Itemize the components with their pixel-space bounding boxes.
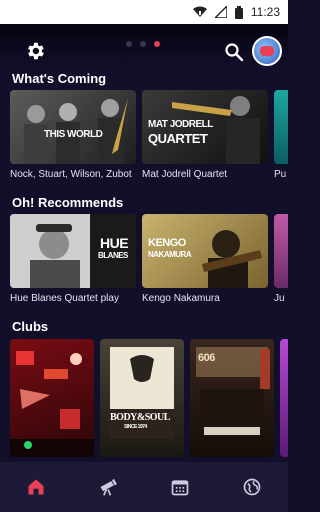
bottom-navigation: [0, 462, 288, 512]
oh-recommends-row: HUE BLANES Hue Blanes Quartet play KENGO…: [0, 214, 288, 304]
event-art-text: HUE: [100, 235, 129, 251]
club-photo: [110, 347, 174, 439]
event-card[interactable]: Pu: [274, 90, 288, 180]
club-thumbnail: 606: [190, 339, 274, 457]
home-icon: [28, 479, 44, 495]
battery-icon: [234, 5, 243, 19]
nav-calendar[interactable]: [160, 467, 200, 507]
calendar-icon: [171, 480, 189, 496]
search-icon: [225, 43, 244, 62]
event-art-text: MAT JODRELL: [148, 119, 213, 130]
profile-avatar[interactable]: [252, 36, 282, 66]
page-indicator: [126, 41, 160, 47]
whats-coming-row: THIS WORLD Nock, Stuart, Wilson, Zubot M…: [0, 90, 288, 180]
event-caption: Nock, Stuart, Wilson, Zubot: [10, 169, 132, 180]
club-art-text: 606: [198, 352, 215, 364]
section-title-whats-coming: What's Coming: [12, 71, 107, 86]
club-card[interactable]: [10, 339, 94, 457]
settings-button[interactable]: [24, 40, 46, 62]
event-card[interactable]: HUE BLANES Hue Blanes Quartet play: [10, 214, 136, 304]
club-art-text: SINCE 1974: [124, 424, 147, 430]
gear-icon: [28, 42, 44, 60]
event-thumbnail: KENGO NAKAMURA: [142, 214, 268, 288]
nav-discover[interactable]: [88, 467, 128, 507]
event-art-text: QUARTET: [148, 131, 208, 146]
status-time: 11:23: [250, 5, 280, 19]
event-caption: Hue Blanes Quartet play: [10, 293, 119, 304]
avatar-image: [260, 46, 274, 56]
wifi-icon: [192, 6, 207, 17]
page-dot: [140, 41, 146, 47]
event-caption: Ju: [274, 293, 285, 304]
event-art-text: BLANES: [98, 251, 128, 260]
event-art-text: NAKAMURA: [148, 250, 192, 259]
club-thumbnail: [10, 339, 94, 457]
club-art-text: BODY&SOUL: [110, 412, 170, 423]
club-photo: [10, 351, 94, 457]
band-photo: [24, 98, 128, 164]
club-thumbnail: [280, 339, 288, 457]
event-thumbnail: HUE BLANES: [10, 214, 136, 288]
page-dot-active: [154, 41, 160, 47]
event-art-text: THIS WORLD: [44, 129, 103, 140]
club-thumbnail: BODY&SOUL SINCE 1974: [100, 339, 184, 457]
event-thumbnail: [274, 214, 288, 288]
event-card[interactable]: THIS WORLD Nock, Stuart, Wilson, Zubot: [10, 90, 136, 180]
event-card[interactable]: KENGO NAKAMURA Kengo Nakamura: [142, 214, 268, 304]
telescope-icon: [100, 479, 117, 496]
nav-home[interactable]: [16, 467, 56, 507]
signal-icon: [214, 6, 227, 18]
section-title-clubs: Clubs: [12, 319, 49, 334]
status-bar: 11:23: [0, 0, 288, 24]
event-art-text: KENGO: [148, 237, 186, 249]
club-card[interactable]: 606: [190, 339, 274, 457]
nav-explore[interactable]: [232, 467, 272, 507]
event-caption: Mat Jodrell Quartet: [142, 169, 228, 180]
globe-icon: [243, 478, 261, 496]
event-caption: Kengo Nakamura: [142, 293, 220, 304]
event-thumbnail: [274, 90, 288, 164]
clubs-row: BODY&SOUL SINCE 1974 606: [0, 339, 288, 457]
event-thumbnail: THIS WORLD: [10, 90, 136, 164]
event-card[interactable]: MAT JODRELL QUARTET Mat Jodrell Quartet: [142, 90, 268, 180]
page-dot: [126, 41, 132, 47]
club-card[interactable]: BODY&SOUL SINCE 1974: [100, 339, 184, 457]
event-thumbnail: MAT JODRELL QUARTET: [142, 90, 268, 164]
section-title-oh-recommends: Oh! Recommends: [12, 195, 124, 210]
club-card[interactable]: [280, 339, 288, 457]
event-card[interactable]: Ju: [274, 214, 288, 304]
search-button[interactable]: [224, 42, 244, 62]
event-caption: Pu: [274, 169, 287, 180]
